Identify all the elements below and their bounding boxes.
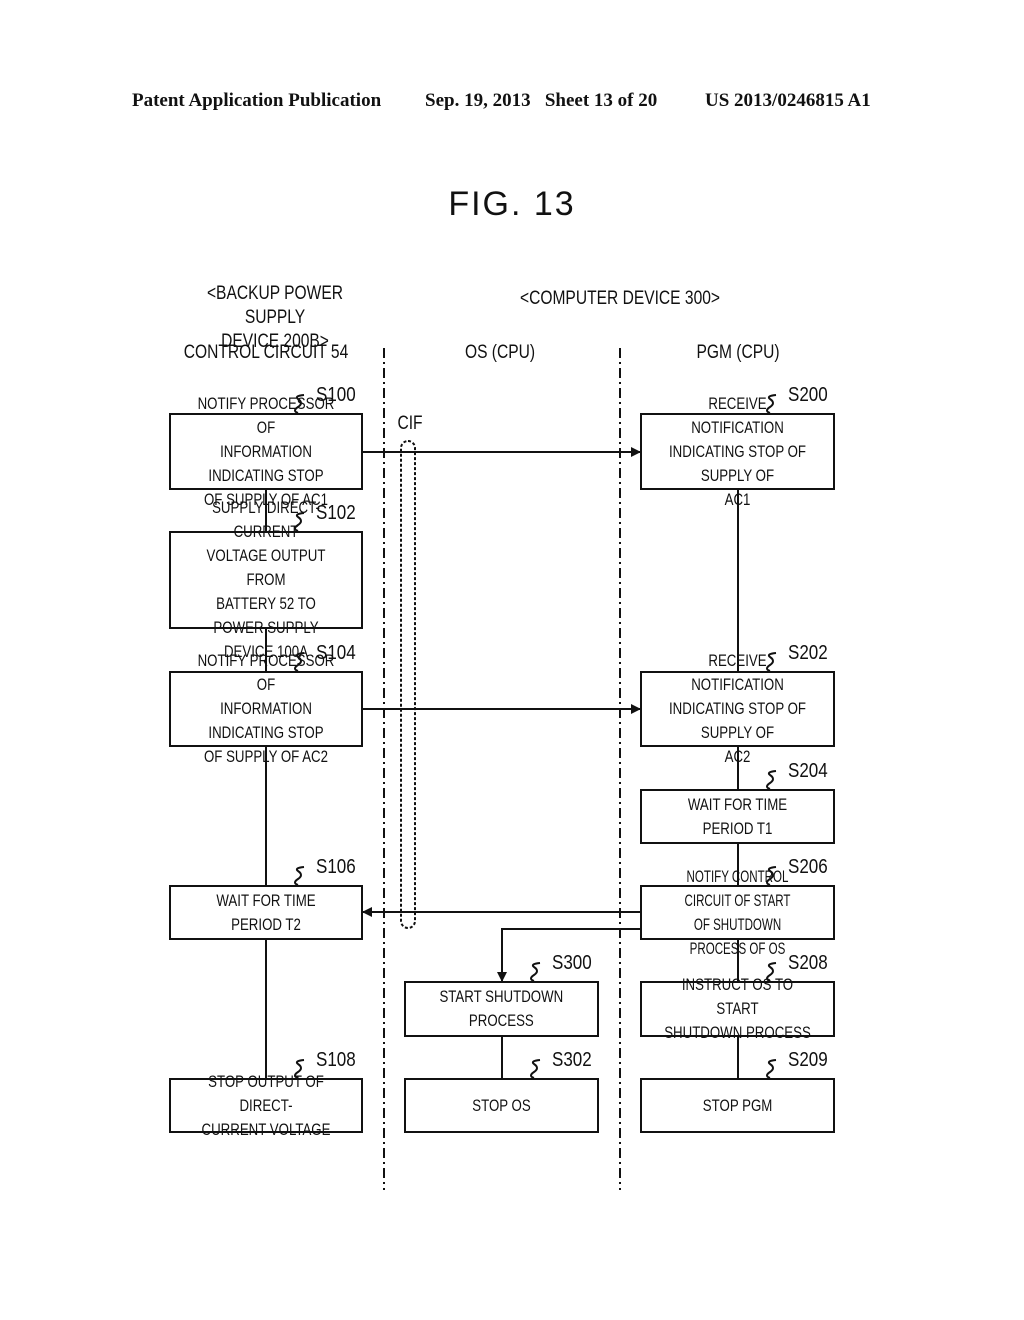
lane-control-circuit: CONTROL CIRCUIT 54 [183, 342, 349, 363]
step-text-s100: NOTIFY PROCESSOR OF INFORMATION INDICATI… [197, 393, 335, 509]
step-text-s102: SUPPLY DIRECT-CURRENT VOLTAGE OUTPUT FRO… [206, 498, 326, 661]
step-text-s204: WAIT FOR TIME PERIOD T1 [687, 794, 788, 838]
step-text-s106: WAIT FOR TIME PERIOD T2 [216, 890, 316, 934]
cif-interface [400, 440, 416, 929]
step-text-s208: INSTRUCT OS TO START SHUTDOWN PROCESS [664, 975, 811, 1042]
step-box-s202: RECEIVE NOTIFICATION INDICATING STOP OF … [640, 651, 835, 766]
step-text-s108: STOP OUTPUT OF DIRECT- CURRENT VOLTAGE [201, 1071, 331, 1139]
lane-os: OS (CPU) [464, 342, 536, 363]
step-box-s200: RECEIVE NOTIFICATION INDICATING STOP OF … [640, 394, 835, 509]
step-id-s302: S302 [552, 1049, 592, 1071]
group-computer-device: <COMPUTER DEVICE 300> [519, 288, 721, 309]
step-text-s104: NOTIFY PROCESSOR OF INFORMATION INDICATI… [197, 651, 335, 766]
step-text-s202: RECEIVE NOTIFICATION INDICATING STOP OF … [668, 651, 807, 766]
step-text-s206: NOTIFY CONTROL CIRCUIT OF START OF SHUTD… [684, 866, 791, 958]
step-box-s108: STOP OUTPUT OF DIRECT- CURRENT VOLTAGE [169, 1072, 363, 1139]
step-box-s104: NOTIFY PROCESSOR OF INFORMATION INDICATI… [169, 651, 363, 766]
cif-label: CIF [397, 413, 423, 434]
step-id-s106: S106 [316, 856, 356, 878]
step-box-s100: NOTIFY PROCESSOR OF INFORMATION INDICATI… [169, 394, 363, 509]
step-text-s302: STOP OS [472, 1095, 531, 1115]
step-id-s209: S209 [788, 1049, 828, 1071]
step-box-s204: WAIT FOR TIME PERIOD T1 [640, 789, 835, 844]
step-box-s102: SUPPLY DIRECT-CURRENT VOLTAGE OUTPUT FRO… [169, 498, 363, 661]
step-text-s200: RECEIVE NOTIFICATION INDICATING STOP OF … [668, 393, 807, 509]
step-box-s302: STOP OS [404, 1078, 599, 1133]
step-box-s300: START SHUTDOWN PROCESS [404, 981, 599, 1037]
step-box-s106: WAIT FOR TIME PERIOD T2 [169, 885, 363, 940]
step-box-s208: INSTRUCT OS TO START SHUTDOWN PROCESS [640, 975, 835, 1042]
step-id-s300: S300 [552, 952, 592, 974]
lane-pgm: PGM (CPU) [696, 342, 780, 363]
step-text-s209: STOP PGM [702, 1095, 773, 1115]
step-box-s209: STOP PGM [640, 1078, 835, 1133]
step-text-s300: START SHUTDOWN PROCESS [439, 987, 564, 1030]
step-box-s206: NOTIFY CONTROL CIRCUIT OF START OF SHUTD… [640, 867, 835, 958]
